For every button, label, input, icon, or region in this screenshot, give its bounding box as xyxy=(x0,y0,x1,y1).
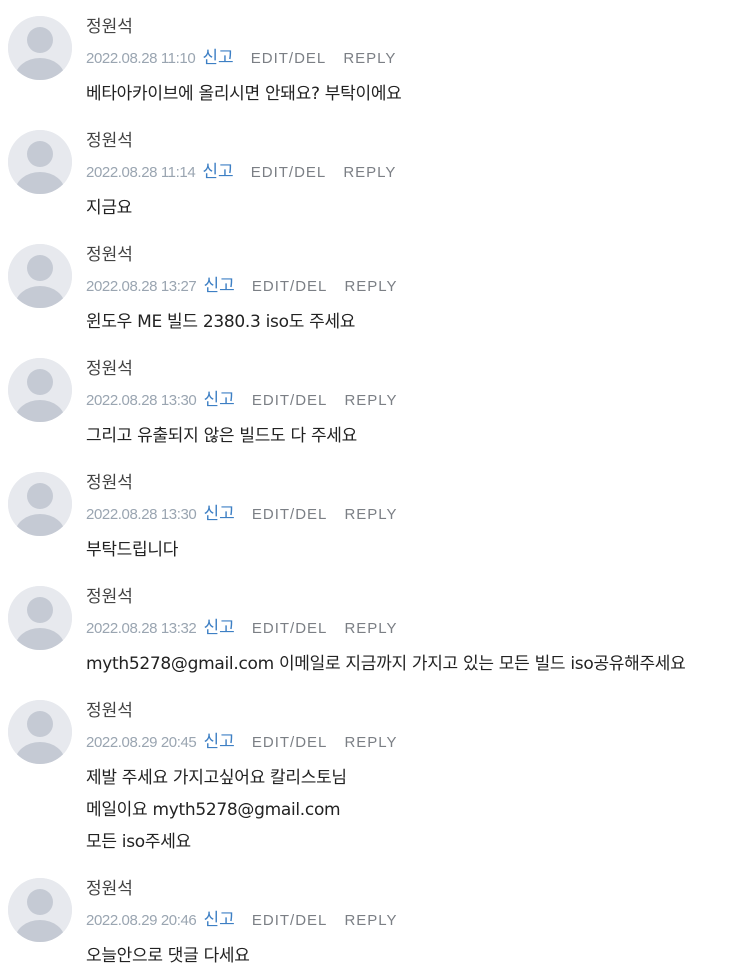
comment-author: 정원석 xyxy=(86,17,133,37)
report-link[interactable]: 신고 xyxy=(203,504,234,524)
report-link[interactable]: 신고 xyxy=(203,276,234,296)
comment-body: 제발 주세요 가지고싶어요 칼리스토님메일이요 myth5278@gmail.c… xyxy=(86,762,736,858)
report-link[interactable]: 신고 xyxy=(203,732,234,752)
comment-body: 윈도우 ME 빌드 2380.3 iso도 주세요 xyxy=(86,306,736,338)
comment-author: 정원석 xyxy=(86,701,133,721)
comment-date: 2022.08.28 13:27 xyxy=(86,278,197,295)
reply-button[interactable]: REPLY xyxy=(344,734,397,751)
comment-meta: 2022.08.28 13:32 신고 EDIT/DEL REPLY xyxy=(86,617,398,639)
avatar-icon[interactable] xyxy=(8,244,72,308)
user-silhouette-icon xyxy=(8,586,72,650)
reply-button[interactable]: REPLY xyxy=(344,392,397,409)
comment-body: myth5278@gmail.com 이메일로 지금까지 가지고 있는 모든 빌… xyxy=(86,648,736,680)
comment-author: 정원석 xyxy=(86,131,133,151)
reply-button[interactable]: REPLY xyxy=(343,164,396,181)
report-link[interactable]: 신고 xyxy=(203,910,234,930)
comment-text-line: 윈도우 ME 빌드 2380.3 iso도 주세요 xyxy=(86,312,356,332)
reply-button[interactable]: REPLY xyxy=(344,620,397,637)
comment-date: 2022.08.29 20:45 xyxy=(86,734,197,751)
comment-date: 2022.08.28 13:30 xyxy=(86,506,197,523)
comment-author: 정원석 xyxy=(86,473,133,493)
comment-text-line: 모든 iso주세요 xyxy=(86,832,191,852)
edit-delete-button[interactable]: EDIT/DEL xyxy=(251,164,327,181)
comment-text-line: 지금요 xyxy=(86,198,133,218)
reply-button[interactable]: REPLY xyxy=(344,506,397,523)
user-silhouette-icon xyxy=(8,472,72,536)
comment-text-line: 오늘안으로 댓글 다세요 xyxy=(86,946,250,966)
avatar-icon[interactable] xyxy=(8,586,72,650)
comment-text-line: 제발 주세요 가지고싶어요 칼리스토님 xyxy=(86,768,347,788)
edit-delete-button[interactable]: EDIT/DEL xyxy=(252,392,328,409)
edit-delete-button[interactable]: EDIT/DEL xyxy=(252,278,328,295)
avatar-icon[interactable] xyxy=(8,472,72,536)
edit-delete-button[interactable]: EDIT/DEL xyxy=(252,734,328,751)
comment-meta: 2022.08.28 11:14 신고 EDIT/DEL REPLY xyxy=(86,161,396,183)
avatar-icon[interactable] xyxy=(8,16,72,80)
user-silhouette-icon xyxy=(8,878,72,942)
report-link[interactable]: 신고 xyxy=(203,618,234,638)
comment-body: 부탁드립니다 xyxy=(86,534,736,566)
comment-date: 2022.08.28 11:10 xyxy=(86,50,196,67)
user-silhouette-icon xyxy=(8,130,72,194)
user-silhouette-icon xyxy=(8,244,72,308)
comment-date: 2022.08.28 11:14 xyxy=(86,164,196,181)
edit-delete-button[interactable]: EDIT/DEL xyxy=(251,50,327,67)
comment-author: 정원석 xyxy=(86,879,133,899)
comment-meta: 2022.08.28 13:30 신고 EDIT/DEL REPLY xyxy=(86,503,398,525)
comment-meta: 2022.08.28 11:10 신고 EDIT/DEL REPLY xyxy=(86,47,396,69)
report-link[interactable]: 신고 xyxy=(202,162,233,182)
comment-meta: 2022.08.29 20:45 신고 EDIT/DEL REPLY xyxy=(86,731,398,753)
comment-body: 그리고 유출되지 않은 빌드도 다 주세요 xyxy=(86,420,736,452)
avatar-icon[interactable] xyxy=(8,358,72,422)
comment-date: 2022.08.28 13:32 xyxy=(86,620,197,637)
comment-author: 정원석 xyxy=(86,587,133,607)
edit-delete-button[interactable]: EDIT/DEL xyxy=(252,912,328,929)
avatar-icon[interactable] xyxy=(8,878,72,942)
comment-date: 2022.08.28 13:30 xyxy=(86,392,197,409)
comment-text-line: 부탁드립니다 xyxy=(86,540,179,560)
reply-button[interactable]: REPLY xyxy=(344,278,397,295)
comment-body: 지금요 xyxy=(86,192,736,224)
user-silhouette-icon xyxy=(8,16,72,80)
edit-delete-button[interactable]: EDIT/DEL xyxy=(252,620,328,637)
reply-button[interactable]: REPLY xyxy=(344,912,397,929)
comment-date: 2022.08.29 20:46 xyxy=(86,912,197,929)
comment-body: 베타아카이브에 올리시면 안돼요? 부탁이에요 xyxy=(86,78,736,110)
avatar-icon[interactable] xyxy=(8,700,72,764)
edit-delete-button[interactable]: EDIT/DEL xyxy=(252,506,328,523)
report-link[interactable]: 신고 xyxy=(202,48,233,68)
comment-text-line: 그리고 유출되지 않은 빌드도 다 주세요 xyxy=(86,426,357,446)
comment-text-line: myth5278@gmail.com 이메일로 지금까지 가지고 있는 모든 빌… xyxy=(86,654,686,674)
report-link[interactable]: 신고 xyxy=(203,390,234,410)
comment-author: 정원석 xyxy=(86,359,133,379)
user-silhouette-icon xyxy=(8,700,72,764)
comment-author: 정원석 xyxy=(86,245,133,265)
avatar-icon[interactable] xyxy=(8,130,72,194)
comment-meta: 2022.08.29 20:46 신고 EDIT/DEL REPLY xyxy=(86,909,398,931)
comment-text-line: 메일이요 myth5278@gmail.com xyxy=(86,800,341,820)
comment-text-line: 베타아카이브에 올리시면 안돼요? 부탁이에요 xyxy=(86,84,402,104)
user-silhouette-icon xyxy=(8,358,72,422)
reply-button[interactable]: REPLY xyxy=(343,50,396,67)
comment-body: 오늘안으로 댓글 다세요 xyxy=(86,940,736,972)
comment-meta: 2022.08.28 13:30 신고 EDIT/DEL REPLY xyxy=(86,389,398,411)
comment-meta: 2022.08.28 13:27 신고 EDIT/DEL REPLY xyxy=(86,275,398,297)
